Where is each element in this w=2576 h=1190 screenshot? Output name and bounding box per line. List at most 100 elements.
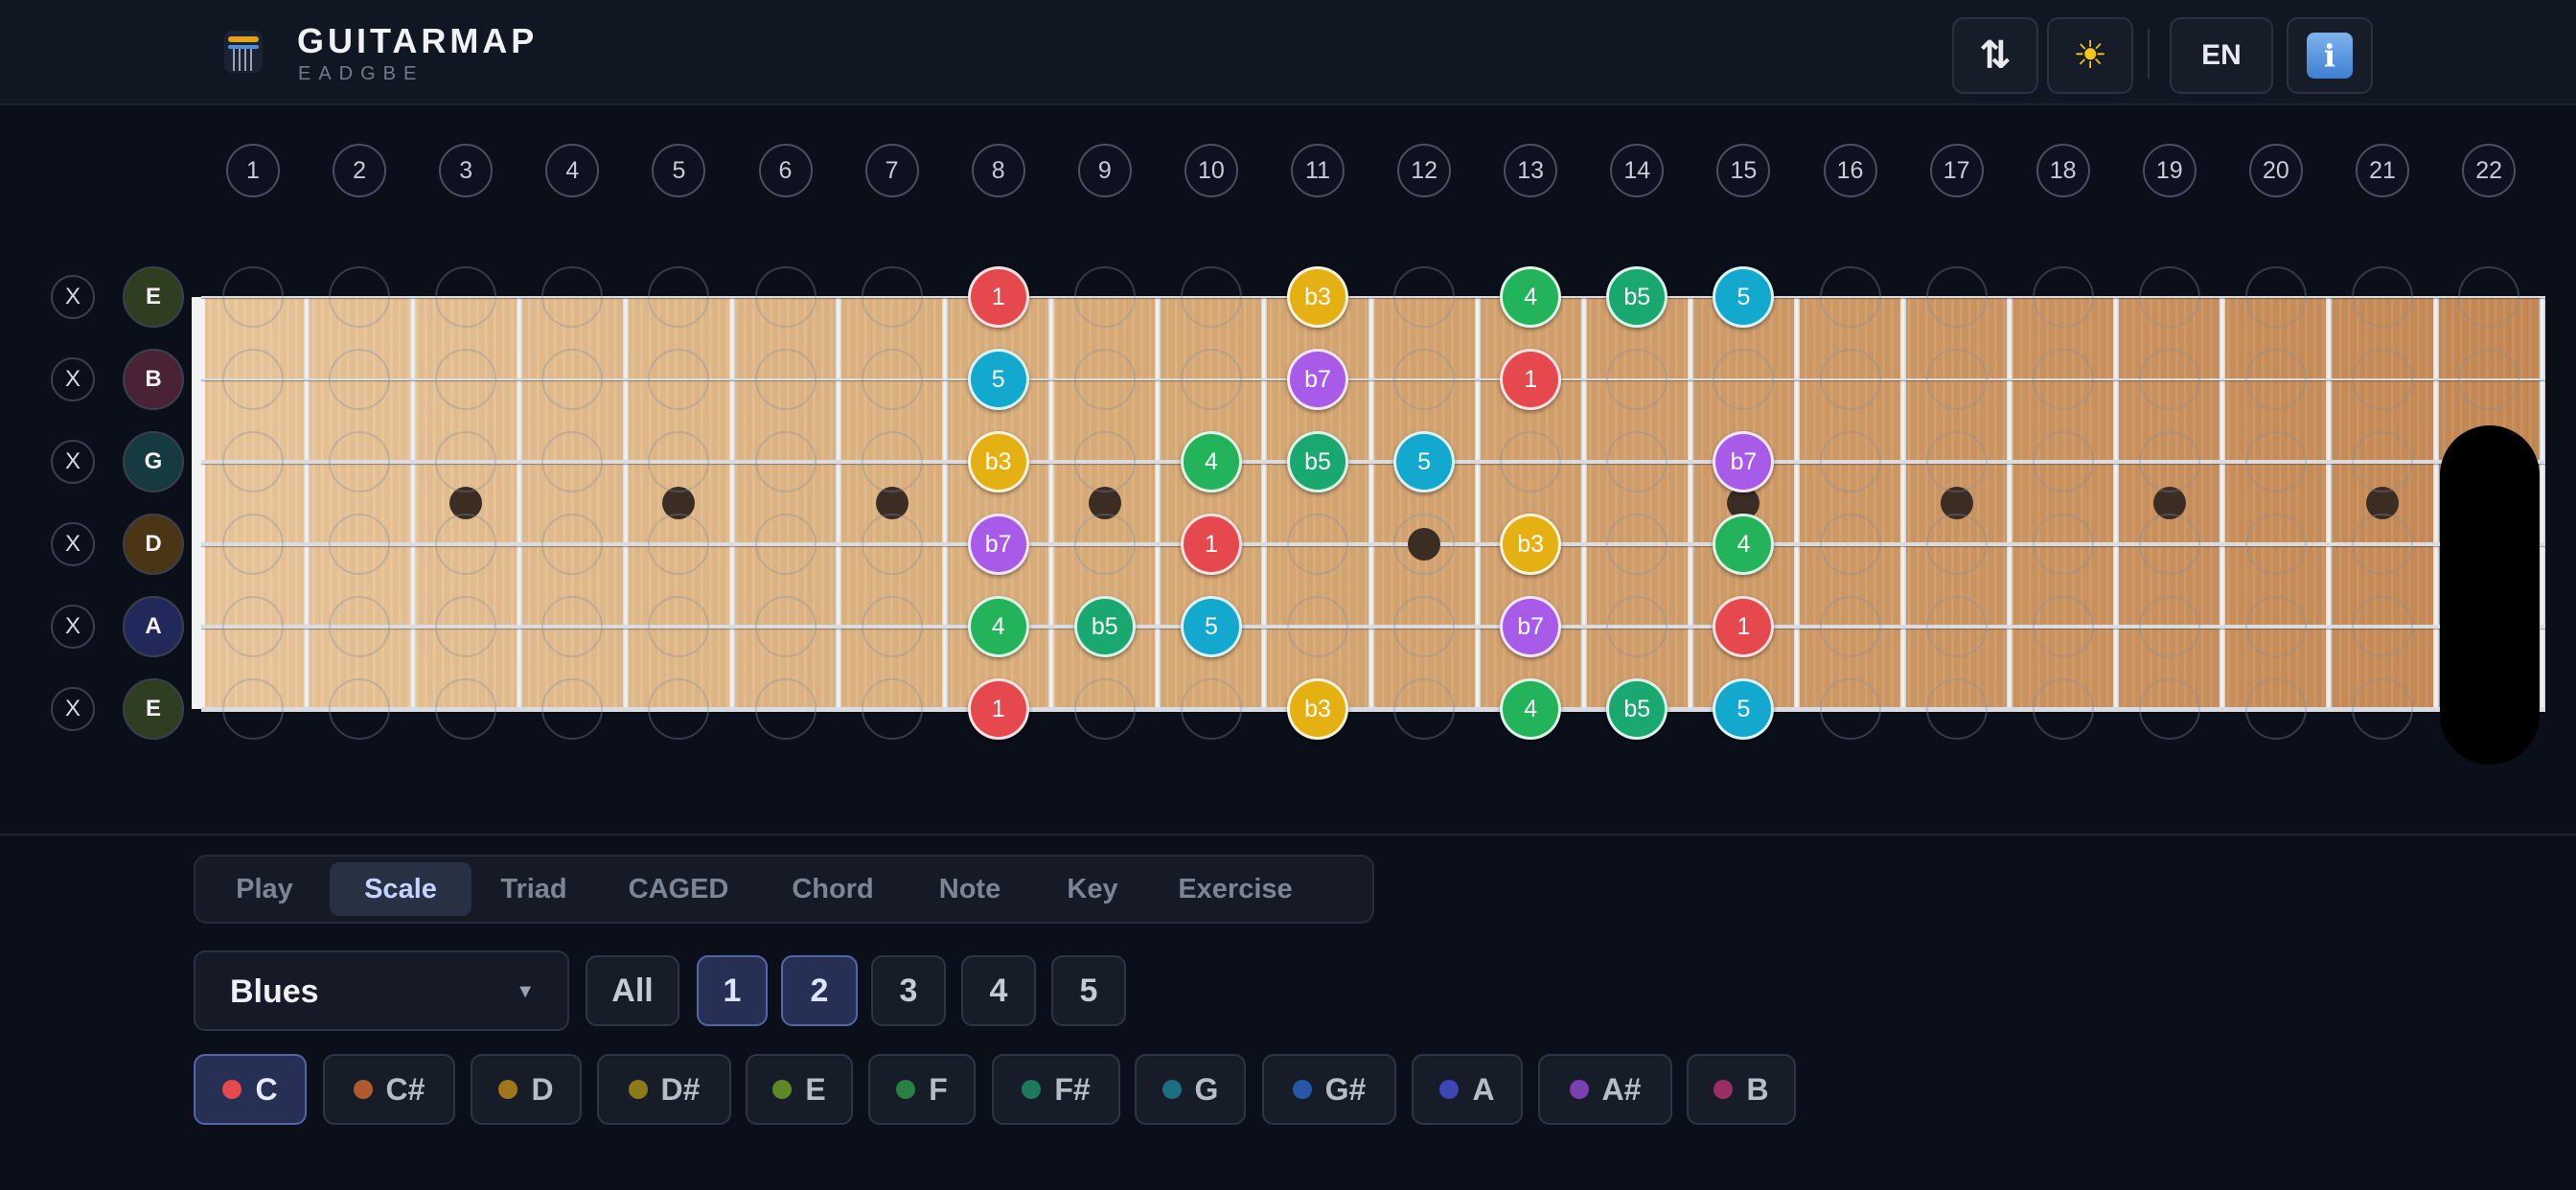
empty-note-slot[interactable] xyxy=(1925,678,1988,740)
key-button[interactable]: C xyxy=(194,1054,307,1125)
scroll-handle[interactable] xyxy=(2440,425,2540,765)
key-button[interactable]: G xyxy=(1135,1054,1246,1125)
empty-note-slot[interactable] xyxy=(1287,514,1348,575)
scale-note[interactable]: b7 xyxy=(1713,431,1775,492)
empty-note-slot[interactable] xyxy=(2458,349,2520,410)
scale-note[interactable]: b7 xyxy=(967,514,1029,575)
empty-note-slot[interactable] xyxy=(329,431,391,492)
empty-note-slot[interactable] xyxy=(541,596,604,657)
empty-note-slot[interactable] xyxy=(435,431,497,492)
empty-note-slot[interactable] xyxy=(754,514,816,575)
scale-note[interactable]: b3 xyxy=(1287,678,1348,740)
empty-note-slot[interactable] xyxy=(1925,431,1988,492)
empty-note-slot[interactable] xyxy=(1606,349,1668,410)
mute-string-button[interactable]: X xyxy=(51,605,95,649)
scale-note[interactable]: 1 xyxy=(1180,514,1242,575)
empty-note-slot[interactable] xyxy=(222,349,284,410)
empty-note-slot[interactable] xyxy=(861,678,923,740)
open-string-note[interactable]: E xyxy=(123,266,184,328)
empty-note-slot[interactable] xyxy=(861,266,923,328)
empty-note-slot[interactable] xyxy=(1073,514,1136,575)
key-button[interactable]: E xyxy=(746,1054,853,1125)
scale-note[interactable]: 5 xyxy=(1713,678,1775,740)
empty-note-slot[interactable] xyxy=(2352,266,2413,328)
position-button-4[interactable]: 4 xyxy=(961,955,1036,1026)
empty-note-slot[interactable] xyxy=(2352,596,2413,657)
position-button-1[interactable]: 1 xyxy=(697,955,768,1026)
empty-note-slot[interactable] xyxy=(2032,266,2094,328)
empty-note-slot[interactable] xyxy=(1393,514,1456,575)
empty-note-slot[interactable] xyxy=(1180,266,1242,328)
empty-note-slot[interactable] xyxy=(2458,266,2520,328)
empty-note-slot[interactable] xyxy=(2352,514,2413,575)
empty-note-slot[interactable] xyxy=(1073,266,1136,328)
info-button[interactable]: i xyxy=(2287,17,2373,94)
empty-note-slot[interactable] xyxy=(1925,349,1988,410)
empty-note-slot[interactable] xyxy=(541,514,604,575)
empty-note-slot[interactable] xyxy=(1287,596,1348,657)
empty-note-slot[interactable] xyxy=(1606,431,1668,492)
empty-note-slot[interactable] xyxy=(861,514,923,575)
empty-note-slot[interactable] xyxy=(2352,349,2413,410)
scale-note[interactable]: 5 xyxy=(1180,596,1242,657)
scale-note[interactable]: 4 xyxy=(1500,678,1562,740)
scale-note[interactable]: 4 xyxy=(1713,514,1775,575)
tab-scale[interactable]: Scale xyxy=(330,862,472,916)
empty-note-slot[interactable] xyxy=(435,514,497,575)
key-button[interactable]: A xyxy=(1412,1054,1523,1125)
tab-chord[interactable]: Chord xyxy=(765,862,901,916)
empty-note-slot[interactable] xyxy=(1925,514,1988,575)
scale-note[interactable]: 1 xyxy=(967,678,1029,740)
empty-note-slot[interactable] xyxy=(1606,596,1668,657)
empty-note-slot[interactable] xyxy=(2244,596,2307,657)
empty-note-slot[interactable] xyxy=(222,596,284,657)
scale-select[interactable]: Blues ▼ xyxy=(194,950,569,1031)
empty-note-slot[interactable] xyxy=(2244,431,2307,492)
empty-note-slot[interactable] xyxy=(2138,349,2200,410)
empty-note-slot[interactable] xyxy=(541,431,604,492)
empty-note-slot[interactable] xyxy=(1819,266,1881,328)
empty-note-slot[interactable] xyxy=(435,349,497,410)
tab-triad[interactable]: Triad xyxy=(477,862,590,916)
empty-note-slot[interactable] xyxy=(2244,514,2307,575)
key-button[interactable]: G# xyxy=(1262,1054,1396,1125)
scale-note[interactable]: 5 xyxy=(967,349,1029,410)
empty-note-slot[interactable] xyxy=(754,349,816,410)
empty-note-slot[interactable] xyxy=(754,678,816,740)
tab-exercise[interactable]: Exercise xyxy=(1154,862,1317,916)
empty-note-slot[interactable] xyxy=(1713,349,1775,410)
empty-note-slot[interactable] xyxy=(1180,349,1242,410)
empty-note-slot[interactable] xyxy=(435,266,497,328)
empty-note-slot[interactable] xyxy=(648,596,710,657)
empty-note-slot[interactable] xyxy=(1819,514,1881,575)
open-string-note[interactable]: B xyxy=(123,349,184,410)
empty-note-slot[interactable] xyxy=(435,678,497,740)
empty-note-slot[interactable] xyxy=(1180,678,1242,740)
empty-note-slot[interactable] xyxy=(329,349,391,410)
empty-note-slot[interactable] xyxy=(754,431,816,492)
empty-note-slot[interactable] xyxy=(1925,596,1988,657)
empty-note-slot[interactable] xyxy=(754,596,816,657)
empty-note-slot[interactable] xyxy=(222,431,284,492)
position-button-2[interactable]: 2 xyxy=(781,955,858,1026)
position-button-all[interactable]: All xyxy=(586,955,679,1026)
empty-note-slot[interactable] xyxy=(2352,431,2413,492)
mute-string-button[interactable]: X xyxy=(51,275,95,319)
empty-note-slot[interactable] xyxy=(1925,266,1988,328)
empty-note-slot[interactable] xyxy=(541,349,604,410)
empty-note-slot[interactable] xyxy=(1073,349,1136,410)
empty-note-slot[interactable] xyxy=(1819,678,1881,740)
empty-note-slot[interactable] xyxy=(1819,596,1881,657)
empty-note-slot[interactable] xyxy=(1500,431,1562,492)
empty-note-slot[interactable] xyxy=(2244,349,2307,410)
scale-note[interactable]: b5 xyxy=(1606,678,1668,740)
empty-note-slot[interactable] xyxy=(1393,596,1456,657)
scale-note[interactable]: b5 xyxy=(1287,431,1348,492)
open-string-note[interactable]: A xyxy=(123,596,184,657)
empty-note-slot[interactable] xyxy=(2244,678,2307,740)
empty-note-slot[interactable] xyxy=(222,678,284,740)
scale-note[interactable]: b5 xyxy=(1073,596,1136,657)
key-button[interactable]: F xyxy=(868,1054,976,1125)
empty-note-slot[interactable] xyxy=(1819,349,1881,410)
empty-note-slot[interactable] xyxy=(2138,514,2200,575)
